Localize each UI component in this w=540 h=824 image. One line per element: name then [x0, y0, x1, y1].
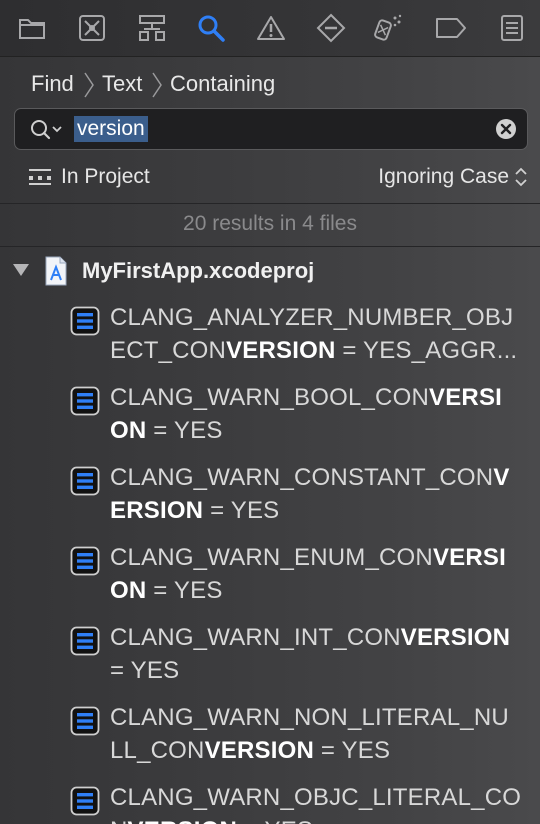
build-setting-icon: [70, 706, 100, 741]
search-options-icon[interactable]: [29, 118, 63, 147]
result-text: = YES: [314, 737, 391, 764]
result-row[interactable]: CLANG_WARN_CONSTANT_CONV ERSION = YES: [0, 464, 540, 544]
search-input[interactable]: version: [74, 116, 148, 142]
result-text: CLANG_WARN_BOOL_CON: [110, 384, 429, 411]
scope-bar: In Project Ignoring Case: [0, 155, 540, 203]
find-navigator: Find Text Containing version In Project …: [0, 0, 540, 824]
disclosure-triangle-icon[interactable]: [12, 263, 30, 277]
clear-icon[interactable]: [495, 118, 517, 145]
result-text: = YES: [237, 817, 313, 824]
scope-selector[interactable]: In Project: [28, 165, 150, 189]
build-setting-icon: [70, 306, 100, 341]
case-selector[interactable]: Ignoring Case: [378, 165, 528, 189]
result-text: CLANG_WARN_INT_CON: [110, 624, 401, 651]
result-row[interactable]: CLANG_WARN_INT_CONVERSION = YES: [0, 624, 540, 704]
results-summary: 20 results in 4 files: [183, 212, 357, 235]
search-field[interactable]: version: [14, 108, 528, 150]
result-text: = YES_AGGR...: [335, 337, 518, 364]
match-highlight: ON: [110, 577, 147, 604]
match-highlight: VERSION: [400, 624, 511, 651]
result-line: ON = YES: [110, 417, 223, 445]
result-line: ERSION = YES: [110, 497, 279, 525]
breadcrumb-item-containing[interactable]: Containing: [170, 71, 275, 97]
result-text: CLANG_WARN_CONSTANT_CON: [110, 464, 494, 491]
result-text: ECT_CON: [110, 337, 227, 364]
match-highlight: ON: [110, 417, 147, 444]
source-control-icon[interactable]: [74, 10, 110, 46]
report-icon[interactable]: [494, 10, 530, 46]
result-line: LL_CONVERSION = YES: [110, 737, 390, 765]
chevron-right-icon: [84, 72, 94, 98]
breadcrumb-item-text[interactable]: Text: [102, 71, 142, 97]
result-text: N: [110, 817, 128, 824]
hierarchy-icon[interactable]: [134, 10, 170, 46]
scope-label: In Project: [61, 165, 150, 188]
chevron-updown-icon: [515, 167, 527, 187]
chevron-right-icon: [152, 72, 162, 98]
result-row[interactable]: CLANG_WARN_BOOL_CONVERSI ON = YES: [0, 384, 540, 464]
result-row[interactable]: CLANG_ANALYZER_NUMBER_OBJ ECT_CONVERSION …: [0, 304, 540, 384]
result-text: = YES: [146, 577, 223, 604]
result-text: CLANG_WARN_OBJC_LITERAL_CO: [110, 784, 522, 811]
match-highlight: VERSI: [429, 384, 503, 411]
breadcrumb-item-find[interactable]: Find: [31, 71, 74, 97]
file-row[interactable]: MyFirstApp.xcodeproj: [0, 248, 540, 294]
result-line: CLANG_WARN_OBJC_LITERAL_CO: [110, 784, 521, 812]
match-highlight: VERSION: [226, 337, 336, 364]
result-text: = YES: [110, 657, 180, 684]
result-row[interactable]: CLANG_WARN_OBJC_LITERAL_CO NVERSION = YES: [0, 784, 540, 824]
result-line: CLANG_ANALYZER_NUMBER_OBJ: [110, 304, 513, 332]
breadcrumb: Find Text Containing: [0, 57, 540, 109]
tag-icon[interactable]: [433, 10, 469, 46]
result-line: CLANG_WARN_CONSTANT_CONV: [110, 464, 510, 492]
result-text: LL_CON: [110, 737, 205, 764]
case-label: Ignoring Case: [378, 165, 509, 188]
result-line: CLANG_WARN_BOOL_CONVERSI: [110, 384, 502, 412]
debug-icon[interactable]: [369, 10, 405, 46]
result-line: CLANG_WARN_INT_CONVERSION: [110, 624, 510, 652]
divider: [0, 203, 540, 204]
result-text: CLANG_WARN_ENUM_CON: [110, 544, 433, 571]
result-line: ON = YES: [110, 577, 223, 605]
build-setting-icon: [70, 626, 100, 661]
result-line: ECT_CONVERSION = YES_AGGR...: [110, 337, 517, 365]
search-icon[interactable]: [193, 10, 229, 46]
warning-icon[interactable]: [253, 10, 289, 46]
build-setting-icon: [70, 386, 100, 421]
result-text: CLANG_ANALYZER_NUMBER_OBJ: [110, 304, 514, 331]
result-line: CLANG_WARN_NON_LITERAL_NU: [110, 704, 509, 732]
build-setting-icon: [70, 786, 100, 821]
divider: [0, 246, 540, 247]
result-row[interactable]: CLANG_WARN_ENUM_CONVERSI ON = YES: [0, 544, 540, 624]
breakpoint-icon[interactable]: [313, 10, 349, 46]
result-line: CLANG_WARN_ENUM_CONVERSI: [110, 544, 506, 572]
result-text: CLANG_WARN_NON_LITERAL_NU: [110, 704, 509, 731]
result-text: = YES: [203, 497, 280, 524]
xcodeproj-file-icon: [45, 256, 67, 286]
result-line: NVERSION = YES: [110, 817, 313, 824]
file-name: MyFirstApp.xcodeproj: [82, 258, 315, 283]
result-text: = YES: [146, 417, 223, 444]
build-setting-icon: [70, 546, 100, 581]
match-highlight: VERSION: [204, 737, 315, 764]
match-highlight: VERSION: [128, 817, 237, 824]
folder-icon[interactable]: [14, 10, 50, 46]
navigator-toolbar: [0, 0, 540, 57]
match-highlight: V: [493, 464, 510, 491]
result-row[interactable]: CLANG_WARN_NON_LITERAL_NU LL_CONVERSION =…: [0, 704, 540, 784]
build-setting-icon: [70, 466, 100, 501]
match-highlight: VERSI: [432, 544, 506, 571]
result-line: = YES: [110, 657, 179, 685]
scope-icon: [29, 169, 51, 185]
match-highlight: ERSION: [110, 497, 204, 524]
